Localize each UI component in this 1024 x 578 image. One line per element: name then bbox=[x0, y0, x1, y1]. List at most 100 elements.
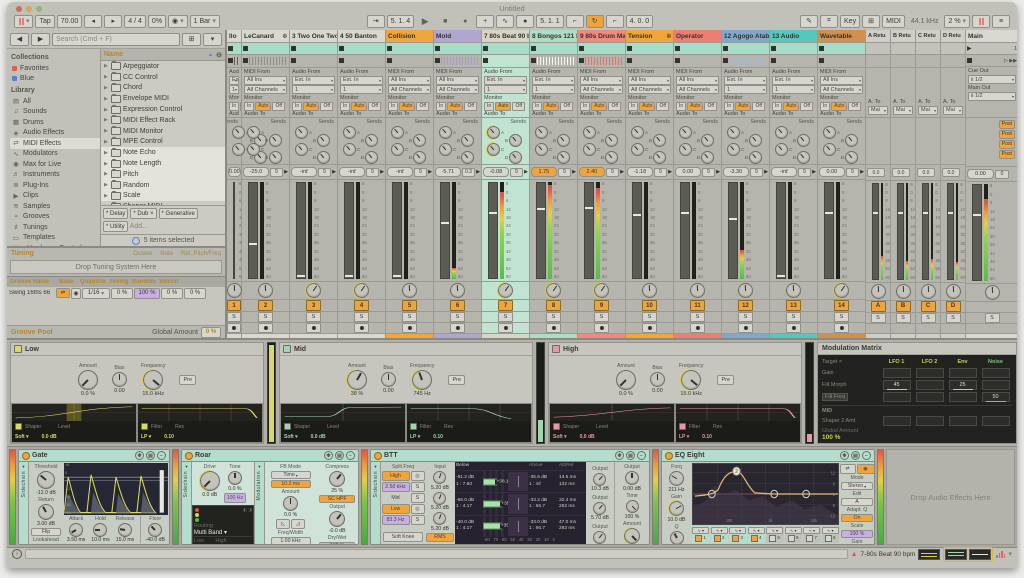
filter-type-select[interactable]: LP ▾ bbox=[410, 434, 420, 440]
tag-chip[interactable]: * Delay bbox=[103, 208, 128, 219]
clip-stop-button[interactable] bbox=[627, 58, 632, 63]
roar-modulation-tab[interactable]: ▼Modulation bbox=[254, 462, 265, 544]
band-input-knob[interactable] bbox=[433, 492, 446, 505]
matrix-value-field[interactable] bbox=[883, 392, 911, 402]
solo-button[interactable]: S bbox=[834, 312, 849, 322]
device-thumbnail[interactable] bbox=[969, 549, 991, 560]
split-high-field[interactable]: 2.00 kHz bbox=[215, 544, 237, 545]
send-c-knob[interactable] bbox=[583, 143, 596, 156]
track-header[interactable]: 3 Two One Two 95 b bbox=[290, 30, 337, 43]
track-activator-button[interactable]: 14 bbox=[834, 300, 849, 311]
clip-slot[interactable] bbox=[818, 43, 865, 55]
shaper-type-select[interactable]: Soft ▾ bbox=[15, 434, 29, 440]
band-output-knob[interactable] bbox=[593, 502, 606, 515]
clip-slot[interactable] bbox=[578, 55, 625, 67]
low-solo-button[interactable]: S bbox=[411, 515, 425, 525]
input-channel-select[interactable]: All Channels bbox=[388, 85, 431, 94]
band-gain-display[interactable]: +35.8 bbox=[483, 493, 507, 514]
expand-arrow-icon[interactable]: ▶ bbox=[104, 128, 109, 134]
clip-stop-button[interactable] bbox=[483, 58, 488, 63]
preferences-menu-icon[interactable]: ≡ bbox=[992, 15, 1010, 28]
hotswap-icon[interactable]: ✱ bbox=[324, 451, 333, 460]
monitor-in-button[interactable]: In bbox=[724, 102, 734, 111]
hotswap-icon[interactable]: ✱ bbox=[840, 451, 849, 460]
post-toggle[interactable]: Post bbox=[999, 130, 1015, 139]
sidebar-item-tunings[interactable]: ♯Tunings bbox=[10, 222, 100, 233]
gate-sidechain-tab[interactable]: ▼Sidechain bbox=[19, 462, 29, 544]
pan-knob[interactable] bbox=[594, 283, 609, 298]
clip-detail-thumbnail[interactable] bbox=[918, 549, 940, 560]
track-activator-button[interactable]: D bbox=[946, 301, 961, 312]
monitor-auto-button[interactable]: Auto bbox=[783, 102, 799, 111]
solo-button[interactable]: S bbox=[738, 312, 753, 322]
envelope-thumbnail[interactable] bbox=[945, 549, 967, 560]
send-a-knob[interactable] bbox=[247, 126, 260, 139]
pan-field[interactable]: 0 bbox=[654, 168, 667, 177]
save-preset-icon[interactable]: ▤ bbox=[146, 451, 155, 460]
send-c-knob[interactable] bbox=[631, 143, 644, 156]
solo-button[interactable]: S bbox=[921, 313, 936, 323]
send-b-knob[interactable] bbox=[605, 134, 618, 147]
monitor-in-button[interactable]: In bbox=[229, 102, 239, 111]
clip-slot[interactable] bbox=[578, 43, 625, 55]
track-header[interactable]: C Retu bbox=[916, 30, 940, 43]
browser-list-header[interactable]: Name ▲ ⊖ bbox=[101, 49, 225, 61]
pan-field[interactable]: 0 bbox=[606, 168, 619, 177]
send-a-knob[interactable] bbox=[391, 126, 404, 139]
release-value[interactable]: 282 ms bbox=[559, 526, 585, 532]
shaper-level-value[interactable]: 0.0 dB bbox=[311, 434, 326, 440]
tag-chip[interactable]: * Generative bbox=[159, 208, 198, 219]
pan-field[interactable]: 0 bbox=[798, 168, 811, 177]
clip-slot[interactable] bbox=[227, 55, 241, 67]
return-knob[interactable] bbox=[38, 504, 54, 520]
groove-quantize-field[interactable]: 0 % bbox=[111, 288, 133, 299]
pan-knob[interactable] bbox=[402, 283, 417, 298]
device-list-item[interactable]: ▶CC Control bbox=[101, 72, 225, 83]
arm-button[interactable] bbox=[594, 323, 609, 333]
groove-random-field[interactable]: 0 % bbox=[161, 288, 183, 299]
monitor-auto-button[interactable]: Auto bbox=[399, 102, 415, 111]
expand-arrow-icon[interactable]: ▶ bbox=[104, 182, 109, 188]
volume-field[interactable]: -5.71 bbox=[435, 167, 461, 177]
clip-stop-button[interactable] bbox=[627, 46, 632, 51]
volume-fader[interactable] bbox=[824, 182, 834, 279]
arm-button[interactable] bbox=[306, 323, 321, 333]
sidebar-item-instruments[interactable]: ♬Instruments bbox=[10, 170, 100, 181]
volume-field[interactable]: 0.0 bbox=[867, 168, 885, 177]
matrix-value-field[interactable] bbox=[982, 416, 1010, 426]
expand-arrow-icon[interactable]: ▶ bbox=[104, 107, 109, 113]
solo-button[interactable]: S bbox=[896, 313, 911, 323]
clip-slot[interactable] bbox=[338, 55, 385, 67]
shaper-level-value[interactable]: 0.0 dB bbox=[42, 434, 57, 440]
send-d-knob[interactable] bbox=[701, 151, 714, 164]
clip-slot[interactable] bbox=[770, 55, 817, 67]
mid-solo-button[interactable]: S bbox=[411, 493, 425, 503]
device-on-toggle[interactable] bbox=[185, 452, 193, 460]
clip-slot[interactable] bbox=[242, 43, 289, 55]
input-channel-select[interactable]: 1 bbox=[229, 85, 239, 94]
input-channel-select[interactable]: All Channels bbox=[436, 85, 479, 94]
matrix-value-field[interactable] bbox=[916, 416, 944, 426]
monitor-auto-button[interactable]: Auto bbox=[351, 102, 367, 111]
drive-knob[interactable] bbox=[200, 471, 220, 491]
expand-arrow-icon[interactable]: ▶ bbox=[104, 85, 109, 91]
send-b-knob[interactable] bbox=[797, 134, 810, 147]
device-list-item[interactable]: ▶Random bbox=[101, 180, 225, 191]
track-header[interactable]: Mold bbox=[434, 30, 481, 43]
browser-forward-button[interactable]: ▶ bbox=[31, 33, 50, 46]
pan-knob[interactable] bbox=[642, 283, 657, 298]
eq-band-7[interactable]: ∿ ▾7 bbox=[803, 526, 821, 543]
fb-amount-knob[interactable] bbox=[283, 496, 298, 511]
stop-all-clips-slot[interactable]: ▷ ▶▶ bbox=[966, 55, 1017, 67]
eq-q-knob[interactable] bbox=[670, 531, 684, 545]
input-select[interactable]: All Ins bbox=[244, 76, 287, 85]
arm-button[interactable] bbox=[834, 323, 849, 333]
track-activator-button[interactable]: 3 bbox=[306, 300, 321, 311]
sc-hpf-button[interactable]: SC HPF bbox=[319, 495, 355, 503]
input-select[interactable]: All Ins bbox=[580, 76, 623, 85]
track-header[interactable]: Wavetable bbox=[818, 30, 865, 43]
volume-fader[interactable] bbox=[488, 182, 498, 279]
arm-button[interactable] bbox=[642, 323, 657, 333]
eq-audition-button[interactable]: ◉ bbox=[857, 464, 875, 474]
tap-tempo-button[interactable]: Tap bbox=[35, 15, 54, 28]
